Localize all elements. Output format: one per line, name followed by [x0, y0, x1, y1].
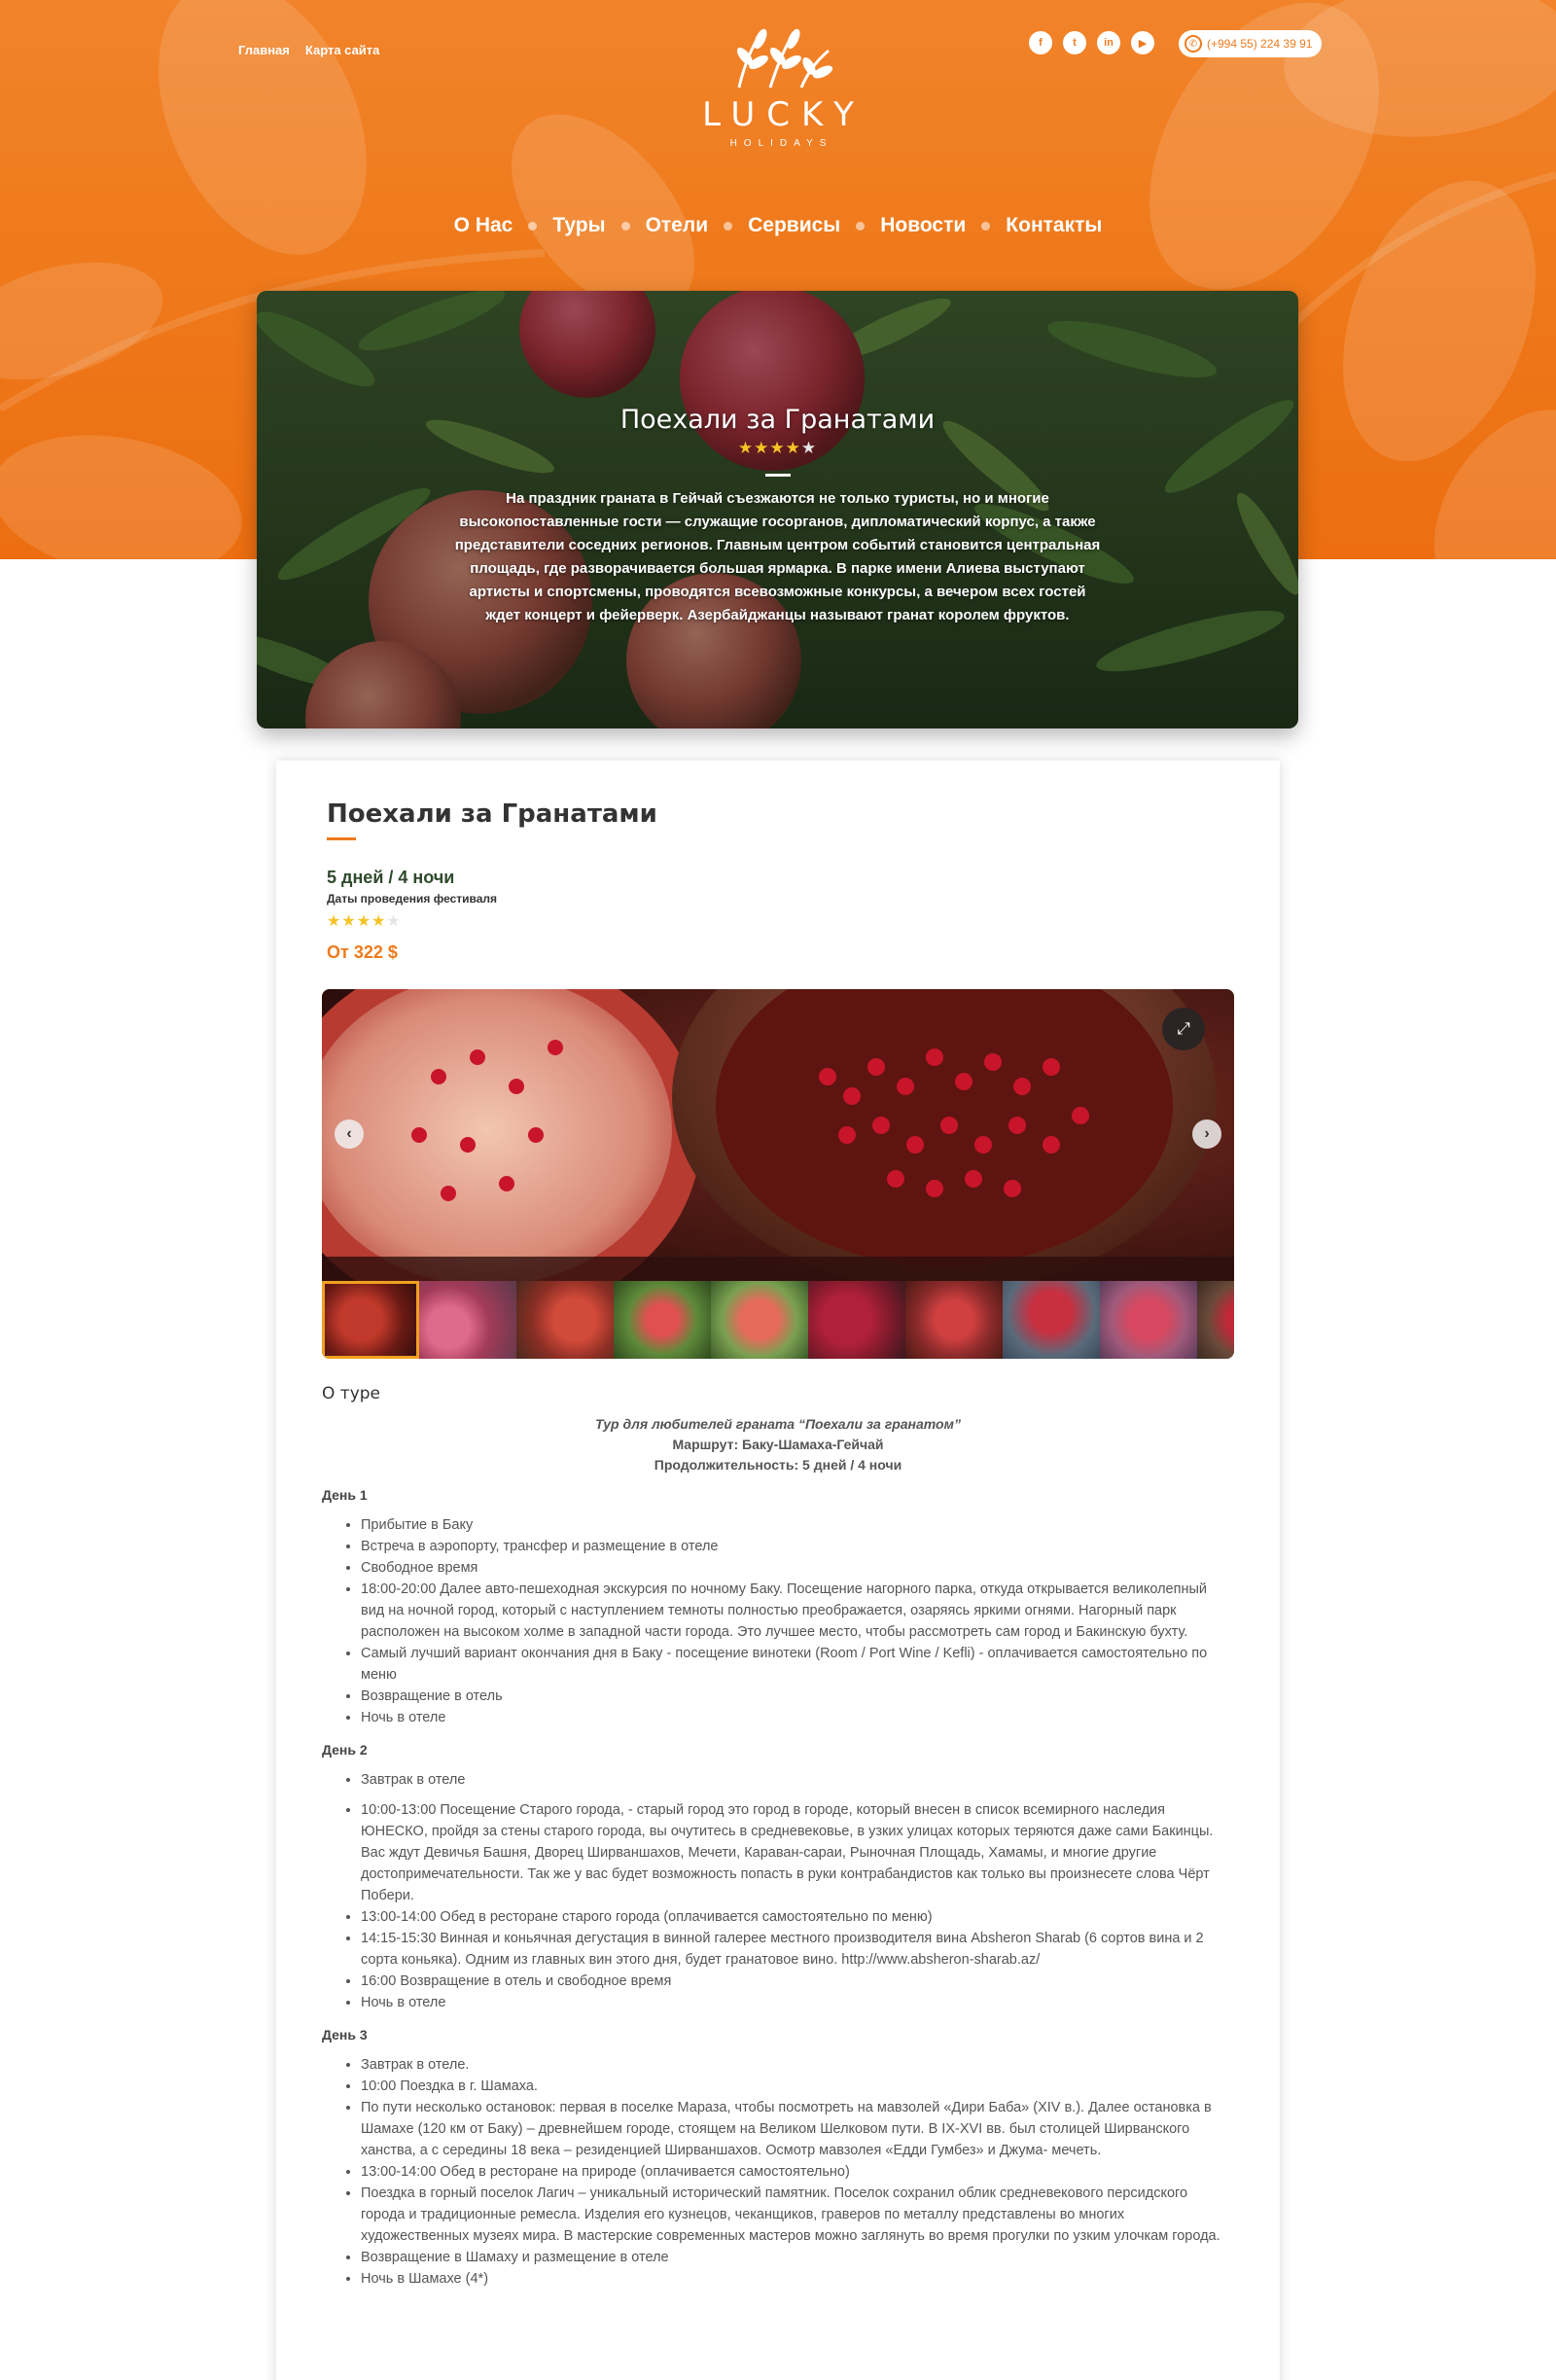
nav-separator — [724, 221, 733, 231]
nav-separator — [856, 221, 866, 231]
hero-rating-empty-star: ★ — [800, 439, 818, 457]
hero-description: На праздник граната в Гейчай съезжаются … — [454, 490, 1101, 623]
phone-icon: ✆ — [1185, 35, 1202, 53]
festival-dates-label[interactable]: Даты проведения фестиваля — [327, 892, 497, 906]
gallery-main-image — [322, 989, 1234, 1281]
nav-hotels[interactable]: Отели — [646, 214, 709, 237]
day-2-list: Завтрак в отеле 10:00-13:00 Посещение Ст… — [361, 1769, 1234, 2013]
nav-services[interactable]: Сервисы — [748, 214, 840, 237]
day-3-list: Завтрак в отеле. 10:00 Поездка в г. Шама… — [361, 2054, 1234, 2290]
logo-tagline: HOLIDAYS — [729, 138, 833, 149]
about-tour-heading: О туре — [322, 1384, 380, 1403]
logo-name: LUCKY — [702, 95, 866, 134]
list-item: 14:15-15:30 Винная и коньячная дегустаци… — [361, 1928, 1234, 1971]
gallery-thumbnail[interactable] — [1100, 1281, 1197, 1359]
list-item: Завтрак в отеле. — [361, 2054, 1234, 2076]
list-item: 13:00-14:00 Обед в ресторане на природе … — [361, 2161, 1234, 2183]
nav-contacts[interactable]: Контакты — [1006, 214, 1102, 237]
tour-price: От 322 $ — [327, 942, 398, 962]
hero-content: Поехали за Гранатами ★★★★★ На праздник г… — [451, 405, 1104, 627]
gallery-thumbnail[interactable] — [1197, 1281, 1234, 1359]
list-item: Возвращение в Шамаху и размещение в отел… — [361, 2247, 1234, 2268]
title-underline — [327, 837, 356, 840]
gallery-next-button[interactable]: › — [1192, 1119, 1221, 1149]
list-item: Ночь в отеле — [361, 1707, 1234, 1728]
hero-rating: ★★★★★ — [451, 439, 1104, 458]
gallery-thumbnails — [322, 1281, 1234, 1359]
gallery-thumbnail[interactable] — [322, 1281, 419, 1359]
list-item: Поездка в горный поселок Лагич – уникаль… — [361, 2183, 1234, 2247]
twitter-icon[interactable]: t — [1063, 31, 1086, 54]
list-item: 16:00 Возвращение в отель и свободное вр… — [361, 1971, 1234, 1992]
tour-subtitle: Тур для любителей граната “Поехали за гр… — [595, 1416, 961, 1432]
gallery-prev-button[interactable]: ‹ — [335, 1119, 364, 1149]
linkedin-icon[interactable]: in — [1097, 31, 1120, 54]
day-1-list: Прибытие в Баку Встреча в аэропорту, тра… — [361, 1514, 1234, 1728]
hero-banner: Поехали за Гранатами ★★★★★ На праздник г… — [257, 291, 1298, 728]
nav-separator — [528, 221, 538, 231]
tour-duration: 5 дней / 4 ночи — [327, 868, 455, 887]
tour-route: Маршрут: Баку-Шамаха-Гейчай — [672, 1437, 884, 1452]
list-item: Самый лучший вариант окончания дня в Бак… — [361, 1643, 1234, 1686]
top-links: Главная Карта сайта — [238, 43, 379, 57]
expand-icon[interactable]: ⤢ — [1162, 1008, 1205, 1050]
list-item: Прибытие в Баку — [361, 1514, 1234, 1536]
tour-details-card: Поехали за Гранатами 5 дней / 4 ночи Дат… — [276, 761, 1280, 2380]
phone-button[interactable]: ✆ (+994 55) 224 39 91 — [1179, 30, 1323, 57]
nav-about[interactable]: О Нас — [454, 214, 513, 237]
list-item: По пути несколько остановок: первая в по… — [361, 2097, 1234, 2161]
list-item: Возвращение в отель — [361, 1686, 1234, 1707]
list-item: Завтрак в отеле — [361, 1769, 1234, 1791]
list-item: Свободное время — [361, 1557, 1234, 1579]
sitemap-link[interactable]: Карта сайта — [305, 43, 380, 57]
gallery-thumbnail[interactable] — [808, 1281, 905, 1359]
gallery-thumbnail[interactable] — [516, 1281, 614, 1359]
tour-length: Продолжительность: 5 дней / 4 ночи — [654, 1457, 902, 1473]
list-item: Ночь в отеле — [361, 1992, 1234, 2013]
social-links: f t in ▶ — [1029, 31, 1154, 54]
photo-gallery: ⤢ ‹ › — [322, 989, 1234, 1359]
gallery-thumbnail[interactable] — [711, 1281, 808, 1359]
list-item: Встреча в аэропорту, трансфер и размещен… — [361, 1536, 1234, 1557]
hero-rating-stars: ★★★★ — [737, 439, 801, 457]
main-navigation: О Нас Туры Отели Сервисы Новости Контакт… — [0, 214, 1556, 237]
list-item: 13:00-14:00 Обед в ресторане старого гор… — [361, 1906, 1234, 1928]
phone-number: (+994 55) 224 39 91 — [1207, 37, 1313, 51]
gallery-thumbnail[interactable] — [419, 1281, 516, 1359]
list-item: Ночь в Шамахе (4*) — [361, 2268, 1234, 2290]
youtube-icon[interactable]: ▶ — [1131, 31, 1154, 54]
gallery-thumbnail[interactable] — [1003, 1281, 1100, 1359]
tour-rating-empty-star: ★ — [386, 913, 402, 930]
nav-tours[interactable]: Туры — [552, 214, 605, 237]
day-label: День 3 — [322, 2027, 368, 2043]
home-link[interactable]: Главная — [238, 43, 290, 57]
nav-separator — [981, 221, 991, 231]
nav-separator — [620, 221, 630, 231]
list-item: 10:00-13:00 Посещение Старого города, - … — [361, 1799, 1234, 1906]
logo[interactable]: LUCKY HOLIDAYS — [681, 27, 875, 149]
leaves-logo-icon — [736, 28, 833, 89]
day-label: День 1 — [322, 1487, 368, 1503]
day-label: День 2 — [322, 1742, 368, 1758]
tour-title: Поехали за Гранатами — [327, 799, 657, 829]
hero-divider — [764, 474, 791, 477]
gallery-thumbnail[interactable] — [905, 1281, 1003, 1359]
tour-rating-stars: ★★★★ — [327, 913, 387, 930]
tour-program: День 1 Прибытие в Баку Встреча в аэропор… — [322, 1484, 1234, 2300]
tour-rating: ★★★★★ — [327, 911, 402, 931]
list-item: 18:00-20:00 Далее авто-пешеходная экскур… — [361, 1579, 1234, 1643]
nav-news[interactable]: Новости — [880, 214, 966, 237]
hero-title: Поехали за Гранатами — [619, 405, 936, 435]
gallery-thumbnail[interactable] — [614, 1281, 711, 1359]
list-item: 10:00 Поездка в г. Шамаха. — [361, 2076, 1234, 2097]
tour-summary: Тур для любителей граната “Поехали за гр… — [322, 1416, 1234, 1473]
facebook-icon[interactable]: f — [1029, 31, 1052, 54]
